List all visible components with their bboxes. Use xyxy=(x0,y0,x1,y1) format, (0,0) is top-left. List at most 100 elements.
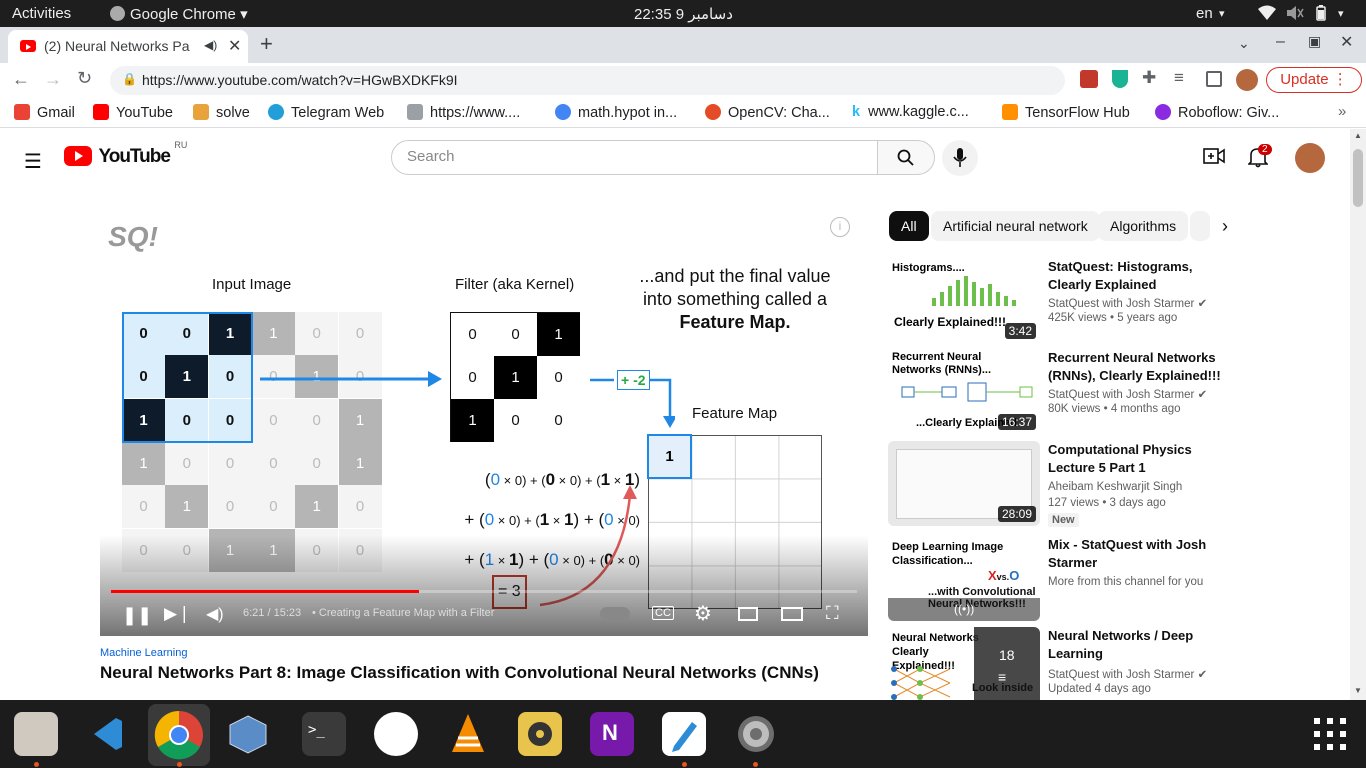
rec-title[interactable]: StatQuest: Histograms, Clearly Explained xyxy=(1048,258,1233,294)
pause-icon[interactable]: ❚❚ xyxy=(122,605,152,626)
settings-app-icon[interactable] xyxy=(734,712,778,756)
hamburger-menu-icon[interactable]: ☰ xyxy=(24,149,42,174)
recommendation-item[interactable]: 28:09 Computational Physics Lecture 5 Pa… xyxy=(888,441,1233,527)
video-thumbnail[interactable]: 28:09 xyxy=(888,441,1040,526)
chips-next-icon[interactable]: › xyxy=(1222,216,1228,237)
account-avatar[interactable] xyxy=(1295,143,1325,173)
chip-partial[interactable] xyxy=(1190,211,1210,241)
bookmark-tfhub[interactable]: TensorFlow Hub xyxy=(1002,104,1130,121)
new-tab-icon[interactable]: + xyxy=(260,31,273,57)
chrome-app-icon[interactable] xyxy=(148,704,210,766)
rec-title[interactable]: Mix - StatQuest with Josh Starmer xyxy=(1048,536,1233,572)
video-thumbnail[interactable]: Deep Learning Image Classification... Xv… xyxy=(888,536,1040,621)
bookmark-vpn[interactable]: https://www.... xyxy=(407,104,520,121)
vscode-app-icon[interactable] xyxy=(86,712,130,756)
miniplayer-icon[interactable] xyxy=(738,607,758,621)
text-editor-app-icon[interactable] xyxy=(662,712,706,756)
minimize-icon[interactable]: – xyxy=(1276,33,1285,51)
activities-button[interactable]: Activities xyxy=(12,5,71,22)
android-studio-app-icon[interactable] xyxy=(374,712,418,756)
bookmark-gmail[interactable]: Gmail xyxy=(14,104,75,121)
virtualbox-app-icon[interactable] xyxy=(226,712,270,756)
extension-megaphone-icon[interactable] xyxy=(1080,70,1098,88)
chip-algorithms[interactable]: Algorithms xyxy=(1098,211,1189,241)
close-window-icon[interactable]: ✕ xyxy=(1340,32,1353,52)
extensions-puzzle-icon[interactable]: ✚ xyxy=(1142,68,1156,88)
battery-icon[interactable] xyxy=(1314,5,1330,25)
files-app-icon[interactable] xyxy=(14,712,58,756)
chapter-title[interactable]: • Creating a Feature Map with a Filter xyxy=(312,607,494,619)
rec-title[interactable]: Computational Physics Lecture 5 Part 1 xyxy=(1048,441,1233,477)
fullscreen-icon[interactable]: ⛶ xyxy=(826,603,839,624)
page-scrollbar[interactable]: ▲ ▼ xyxy=(1350,129,1366,700)
caret-down-icon[interactable]: ▾ xyxy=(1338,7,1344,20)
keyboard-layout[interactable]: en xyxy=(1196,5,1213,22)
voice-search-button[interactable] xyxy=(942,140,978,176)
scroll-up-icon[interactable]: ▲ xyxy=(1354,131,1362,140)
address-bar[interactable]: 🔒 https://www.youtube.com/watch?v=HGwBXD… xyxy=(110,66,1065,95)
back-icon[interactable]: ← xyxy=(12,69,30,90)
bookmark-kaggle[interactable]: k www.kaggle.c... xyxy=(852,104,969,120)
show-applications-icon[interactable] xyxy=(1308,712,1352,756)
recommendation-item[interactable]: Deep Learning Image Classification... Xv… xyxy=(888,536,1233,622)
clock[interactable]: 22:35 9 دسامبر xyxy=(634,5,733,23)
rec-channel[interactable]: StatQuest with Josh Starmer ✔ xyxy=(1048,296,1207,310)
scrollbar-thumb[interactable] xyxy=(1353,149,1363,207)
chip-artificial-neural-network[interactable]: Artificial neural network xyxy=(931,211,1100,241)
settings-gear-icon[interactable]: ⚙ xyxy=(694,601,712,626)
wifi-icon[interactable] xyxy=(1258,5,1276,25)
video-thumbnail[interactable]: Neural Networks Clearly Explained!!! 18 … xyxy=(888,627,1040,700)
app-menu[interactable]: Google Chrome ▾ xyxy=(110,5,248,23)
browser-tab[interactable]: (2) Neural Networks Pa ◀) ✕ xyxy=(8,30,248,63)
rec-channel[interactable]: More from this channel for you xyxy=(1048,576,1203,588)
search-input[interactable]: Search xyxy=(391,140,878,175)
vlc-app-icon[interactable] xyxy=(446,712,490,756)
info-icon[interactable]: i xyxy=(830,217,850,237)
rec-title[interactable]: Neural Networks / Deep Learning xyxy=(1048,627,1233,663)
rec-channel[interactable]: StatQuest with Josh Starmer ✔ xyxy=(1048,667,1207,681)
closed-captions-icon[interactable]: CC xyxy=(652,606,674,620)
youtube-logo[interactable]: YouTube RU xyxy=(64,140,187,168)
tab-search-icon[interactable]: ⌄ xyxy=(1238,35,1250,52)
search-button[interactable] xyxy=(877,140,935,175)
create-video-icon[interactable] xyxy=(1203,147,1225,165)
maximize-icon[interactable]: ▣ xyxy=(1308,33,1321,50)
onenote-app-icon[interactable]: N xyxy=(590,712,634,756)
video-thumbnail[interactable]: Histograms.... Clearly Explained!!! 3:42 xyxy=(888,258,1040,343)
profile-avatar[interactable] xyxy=(1236,69,1258,91)
progress-bar[interactable] xyxy=(111,590,857,593)
extension-shield-icon[interactable] xyxy=(1112,70,1128,88)
video-player[interactable]: SQ! i Input Image 0011000100101000011000… xyxy=(100,205,868,636)
next-video-icon[interactable]: ▶❘ xyxy=(164,604,191,624)
scroll-down-icon[interactable]: ▼ xyxy=(1354,686,1362,695)
close-tab-icon[interactable]: ✕ xyxy=(228,36,241,56)
theater-mode-icon[interactable] xyxy=(781,607,803,621)
bookmark-solve[interactable]: solve xyxy=(193,104,250,121)
video-thumbnail[interactable]: Recurrent Neural Networks (RNNs)... ...C… xyxy=(888,349,1040,434)
rhythmbox-app-icon[interactable] xyxy=(518,712,562,756)
chip-all[interactable]: All xyxy=(889,211,929,241)
more-bookmarks-icon[interactable]: » xyxy=(1338,103,1346,120)
media-control-icon[interactable]: ≡ xyxy=(1174,68,1184,88)
video-category-link[interactable]: Machine Learning xyxy=(100,647,187,659)
side-panel-icon[interactable] xyxy=(1206,71,1222,87)
terminal-app-icon[interactable]: >_ xyxy=(302,712,346,756)
recommendation-item[interactable]: Neural Networks Clearly Explained!!! 18 … xyxy=(888,627,1233,700)
volume-icon[interactable]: ◀) xyxy=(206,604,224,624)
rec-channel[interactable]: StatQuest with Josh Starmer ✔ xyxy=(1048,387,1207,401)
volume-icon[interactable] xyxy=(1286,5,1304,25)
bookmark-opencv[interactable]: OpenCV: Cha... xyxy=(705,104,830,121)
audio-playing-icon[interactable]: ◀) xyxy=(204,38,217,52)
bookmark-google[interactable]: math.hypot in... xyxy=(555,104,677,121)
bookmark-telegram[interactable]: Telegram Web xyxy=(268,104,384,121)
recommendation-item[interactable]: Recurrent Neural Networks (RNNs)... ...C… xyxy=(888,349,1233,435)
recommendation-item[interactable]: Histograms.... Clearly Explained!!! 3:42… xyxy=(888,258,1233,344)
autoplay-toggle[interactable] xyxy=(600,607,630,621)
bookmark-roboflow[interactable]: Roboflow: Giv... xyxy=(1155,104,1279,121)
update-button[interactable]: Update ⋮ xyxy=(1266,67,1362,93)
reload-icon[interactable]: ↻ xyxy=(77,68,92,89)
rec-title[interactable]: Recurrent Neural Networks (RNNs), Clearl… xyxy=(1048,349,1233,385)
forward-icon[interactable]: → xyxy=(44,69,62,90)
bookmark-youtube[interactable]: YouTube xyxy=(93,104,173,121)
rec-channel[interactable]: Aheibam Keshwarjit Singh xyxy=(1048,481,1182,493)
